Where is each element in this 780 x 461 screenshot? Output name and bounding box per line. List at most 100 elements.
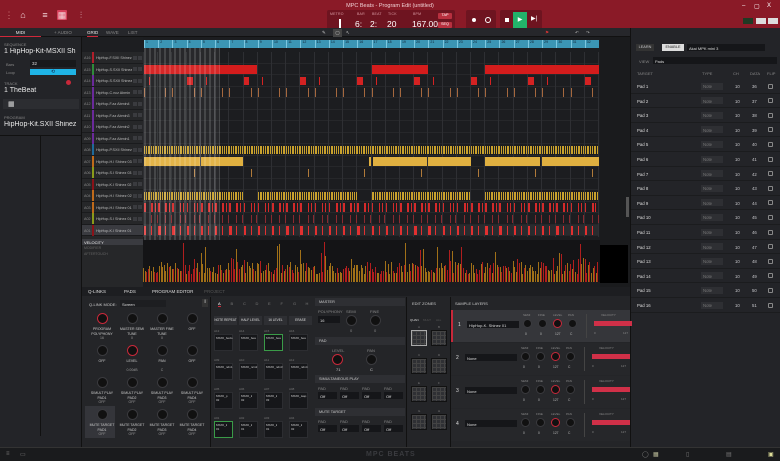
- note[interactable]: [258, 88, 259, 97]
- drum-icon[interactable]: ▦: [8, 100, 15, 108]
- mute-button[interactable]: [133, 217, 137, 221]
- note[interactable]: [329, 203, 331, 212]
- layer-fine-knob[interactable]: [536, 352, 545, 361]
- note[interactable]: [542, 88, 543, 97]
- track-row[interactable]: A09HipHop-F.az Abmin1: [82, 133, 143, 145]
- note[interactable]: [329, 226, 331, 235]
- note[interactable]: [571, 88, 572, 97]
- mapping-row[interactable]: Pad 6Note1041: [631, 152, 780, 167]
- type-select[interactable]: Note: [701, 112, 723, 119]
- note[interactable]: [336, 88, 337, 97]
- note[interactable]: [229, 88, 230, 97]
- pad[interactable]: MSXII_ii 01: [264, 421, 283, 438]
- note[interactable]: [279, 226, 280, 235]
- flip-checkbox[interactable]: [768, 244, 773, 249]
- note[interactable]: [236, 215, 237, 224]
- track-row[interactable]: A15HipHop-S.SXII Shinez: [82, 64, 143, 76]
- record-settings-icon[interactable]: ▯: [686, 451, 689, 458]
- mute-button[interactable]: [133, 205, 137, 209]
- note[interactable]: [471, 226, 473, 235]
- note[interactable]: [336, 203, 338, 212]
- note[interactable]: [553, 203, 554, 212]
- note[interactable]: [478, 226, 479, 235]
- select-tool-icon[interactable]: ▢: [333, 29, 342, 37]
- mapping-row[interactable]: Pad 8Note1043: [631, 181, 780, 196]
- track-row[interactable]: A02HipHop-S.I Shinez 01: [82, 213, 143, 225]
- note[interactable]: [229, 226, 231, 235]
- simul-pad-select[interactable]: Off: [318, 392, 337, 399]
- type-select[interactable]: Note: [701, 126, 723, 133]
- note[interactable]: [300, 226, 302, 235]
- note[interactable]: [356, 215, 357, 224]
- note[interactable]: [490, 77, 491, 86]
- note[interactable]: [583, 215, 584, 224]
- tap-button[interactable]: TAP: [438, 13, 452, 19]
- note[interactable]: [421, 215, 422, 224]
- pan-knob[interactable]: [366, 354, 377, 365]
- note[interactable]: [308, 215, 309, 224]
- note[interactable]: [492, 203, 494, 212]
- track-type-icons[interactable]: ▦: [3, 99, 79, 109]
- note[interactable]: [400, 226, 402, 235]
- note[interactable]: [585, 203, 587, 212]
- tab-wave[interactable]: WAVE: [106, 29, 119, 37]
- note[interactable]: [471, 77, 477, 86]
- tab-midi[interactable]: MIDI: [0, 29, 41, 37]
- note[interactable]: [549, 203, 551, 212]
- pad[interactable]: MSXII_ncn2: [239, 363, 258, 380]
- note[interactable]: [293, 203, 295, 212]
- note[interactable]: [340, 203, 341, 212]
- type-select[interactable]: Note: [701, 170, 723, 177]
- note[interactable]: [399, 215, 400, 224]
- layer-level-knob[interactable]: [551, 418, 560, 427]
- fine-knob[interactable]: [370, 315, 381, 326]
- note[interactable]: [262, 77, 263, 86]
- note[interactable]: [457, 203, 459, 212]
- qlink-knob[interactable]: [187, 345, 198, 356]
- note[interactable]: [499, 226, 501, 235]
- note[interactable]: [265, 215, 266, 224]
- flip-checkbox[interactable]: [768, 215, 773, 220]
- lane-aftertouch[interactable]: AFTERTOUCH: [84, 252, 108, 256]
- track-row[interactable]: A10HipHop-F.az Abmin2: [82, 121, 143, 133]
- track-row[interactable]: A05HipHop-K.I Shinez 02: [82, 179, 143, 191]
- note[interactable]: [450, 203, 452, 212]
- note[interactable]: [300, 77, 306, 86]
- note[interactable]: [592, 226, 593, 235]
- note[interactable]: [350, 215, 351, 224]
- solo-button[interactable]: [138, 90, 142, 94]
- solo-button[interactable]: [138, 159, 142, 163]
- mapping-row[interactable]: Pad 5Note1040: [631, 137, 780, 152]
- note[interactable]: [499, 203, 501, 212]
- mute-button[interactable]: [133, 194, 137, 198]
- tab-grid[interactable]: GRID: [87, 29, 98, 37]
- note[interactable]: [322, 226, 323, 235]
- tab-list[interactable]: LIST: [128, 29, 138, 37]
- note[interactable]: [228, 215, 229, 224]
- mapping-row[interactable]: Pad 3Note1038: [631, 108, 780, 123]
- note[interactable]: [400, 203, 402, 212]
- layer-semi-knob[interactable]: [521, 385, 530, 394]
- note[interactable]: [478, 88, 479, 97]
- note[interactable]: [272, 203, 274, 212]
- note[interactable]: [286, 226, 288, 235]
- note[interactable]: [469, 192, 470, 201]
- note[interactable]: [428, 157, 470, 166]
- note[interactable]: [242, 192, 243, 201]
- pad-mode-button[interactable]: ERASE: [289, 316, 312, 325]
- note[interactable]: [286, 203, 288, 212]
- note[interactable]: [368, 203, 369, 212]
- note[interactable]: [336, 215, 337, 224]
- qlink-knob[interactable]: [157, 377, 168, 388]
- note[interactable]: [372, 65, 428, 74]
- mute-button[interactable]: [133, 56, 137, 60]
- type-select[interactable]: Note: [701, 258, 723, 265]
- flip-checkbox[interactable]: [768, 113, 773, 118]
- mute-button[interactable]: [133, 125, 137, 129]
- note[interactable]: [421, 169, 422, 178]
- sample-layer-row[interactable]: 2NoneSEMI0FINE0LEVEL127PANCVELOCITY0127: [451, 343, 630, 375]
- type-select[interactable]: Note: [701, 141, 723, 148]
- note[interactable]: [343, 203, 345, 212]
- note[interactable]: [222, 215, 223, 224]
- pad[interactable]: MSXII_ii 01: [239, 421, 258, 438]
